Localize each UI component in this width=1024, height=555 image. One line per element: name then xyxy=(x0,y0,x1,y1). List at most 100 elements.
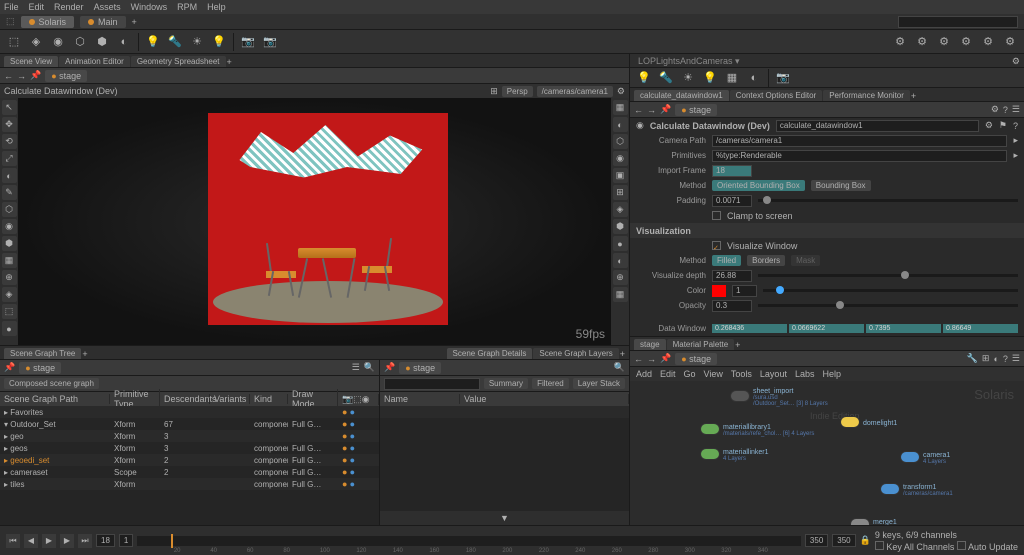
table-row[interactable]: ▸ camerasetScope2componenFull G…● ● xyxy=(0,466,379,478)
color-swatch[interactable] xyxy=(712,285,726,297)
filter-icon[interactable]: ▼ xyxy=(500,513,509,523)
display-icon[interactable]: ● xyxy=(613,236,628,251)
tool-icon[interactable]: 🔧 xyxy=(967,353,978,364)
net-menu-add[interactable]: Add xyxy=(636,369,652,379)
gear-icon[interactable]: ⚙ xyxy=(1012,56,1020,67)
display-icon[interactable]: ⊞ xyxy=(613,185,628,200)
shelf-icon[interactable]: ⬡ xyxy=(70,32,90,52)
timeline-track[interactable]: 2040608010012014016018020022024026028030… xyxy=(137,536,801,546)
breadcrumb[interactable]: ● stage xyxy=(19,362,61,374)
filter-icon[interactable]: ☰ xyxy=(352,362,360,373)
camera-icon[interactable]: 📷 xyxy=(260,32,280,52)
light-icon[interactable]: 🔦 xyxy=(656,68,676,88)
network-node[interactable]: domelight1 xyxy=(840,416,897,428)
network-node[interactable]: transform1/cameras/camera1 xyxy=(880,481,953,497)
menu-windows[interactable]: Windows xyxy=(131,2,168,12)
filter-layerstack[interactable]: Layer Stack xyxy=(573,378,625,389)
breadcrumb[interactable]: ● stage xyxy=(45,70,87,82)
global-search[interactable] xyxy=(898,16,1018,28)
primitives-field[interactable]: %type:Renderable xyxy=(712,150,1007,162)
breadcrumb[interactable]: ● stage xyxy=(675,104,717,116)
pin-icon[interactable]: 📌 xyxy=(30,70,41,81)
shelf-icon[interactable]: ⚙ xyxy=(912,32,932,52)
net-menu-go[interactable]: Go xyxy=(684,369,696,379)
shelf-icon[interactable]: ⬚ xyxy=(4,32,24,52)
col-name[interactable]: Name xyxy=(380,394,460,404)
display-icon[interactable]: ▦ xyxy=(613,287,628,302)
filter-icon[interactable]: 🔍 xyxy=(364,362,375,373)
network-node[interactable]: sheet_import/sura.usd/Outdoor_Set… [3] 8… xyxy=(730,385,828,407)
display-icon[interactable]: ▦ xyxy=(613,100,628,115)
clamp-checkbox[interactable] xyxy=(712,211,721,220)
camera-path-field[interactable]: /cameras/camera1 xyxy=(712,135,1007,147)
menu-file[interactable]: File xyxy=(4,2,19,12)
table-row[interactable]: ▸ geosXform3componenFull G…● ● xyxy=(0,442,379,454)
table-row[interactable]: ▸ geoedi_setXform2componenFull G…● ● xyxy=(0,454,379,466)
playhead[interactable] xyxy=(171,534,173,548)
vis-depth-field[interactable]: 26.88 xyxy=(712,270,752,282)
first-frame-icon[interactable]: ⏮ xyxy=(6,534,20,548)
node-name-field[interactable]: calculate_datawindow1 xyxy=(776,120,979,132)
tree-mode-dropdown[interactable]: Composed scene graph xyxy=(4,378,99,389)
add-tab-icon[interactable]: + xyxy=(82,349,87,359)
end-frame-field[interactable]: 350 xyxy=(805,534,828,547)
pin-icon[interactable]: 📌 xyxy=(4,362,15,373)
tab-context-options[interactable]: Context Options Editor xyxy=(730,90,822,101)
vis-mask[interactable]: Mask xyxy=(791,255,820,266)
add-tab-icon[interactable]: + xyxy=(911,91,916,101)
back-icon[interactable]: ← xyxy=(634,105,643,115)
vis-depth-slider[interactable] xyxy=(758,274,1018,277)
network-canvas[interactable]: Solaris Indie Edition sheet_import/sura.… xyxy=(630,381,1024,525)
light-icon[interactable]: 💡 xyxy=(143,32,163,52)
gear-icon[interactable]: ⚙ xyxy=(991,104,999,115)
tab-scene-graph-details[interactable]: Scene Graph Details xyxy=(447,348,533,359)
layout-icon[interactable]: ⊞ xyxy=(490,86,498,97)
col-path[interactable]: Scene Graph Path xyxy=(0,394,110,404)
help-icon[interactable]: ? xyxy=(1013,121,1018,131)
display-icon[interactable]: ◉ xyxy=(613,151,628,166)
move-tool-icon[interactable]: ✥ xyxy=(2,117,17,132)
net-menu-layout[interactable]: Layout xyxy=(760,369,787,379)
help-icon[interactable]: ? xyxy=(1003,105,1008,115)
table-row[interactable]: ▾ Outdoor_SetXform67componenFull G…● ● xyxy=(0,418,379,430)
menu-icon[interactable]: ☰ xyxy=(1012,104,1020,115)
camera-dropdown[interactable]: /cameras/camera1 xyxy=(537,86,613,97)
lock-icon[interactable]: 🔒 xyxy=(860,535,871,546)
tab-stage[interactable]: stage xyxy=(634,339,666,350)
rotate-tool-icon[interactable]: ⟲ xyxy=(2,134,17,149)
light-icon[interactable]: ▦ xyxy=(722,68,742,88)
vis-borders[interactable]: Borders xyxy=(747,255,785,266)
tool-icon[interactable]: ⊕ xyxy=(2,270,17,285)
display-icon[interactable]: ⊕ xyxy=(613,270,628,285)
dw-x1[interactable]: 0.7395 xyxy=(866,324,941,333)
start-frame-field[interactable]: 1 xyxy=(119,534,133,547)
chooser-icon[interactable]: ▸ xyxy=(1013,150,1018,161)
tab-scene-graph-layers[interactable]: Scene Graph Layers xyxy=(533,348,618,359)
net-menu-labs[interactable]: Labs xyxy=(795,369,815,379)
light-icon[interactable]: 💡 xyxy=(634,68,654,88)
scale-tool-icon[interactable]: ⤢ xyxy=(2,151,17,166)
tab-scene-graph-tree[interactable]: Scene Graph Tree xyxy=(4,348,81,359)
network-node[interactable]: camera14 Layers xyxy=(900,449,950,465)
shelf-icon[interactable]: ⬢ xyxy=(92,32,112,52)
desktop-tab-solaris[interactable]: Solaris xyxy=(21,16,75,28)
search-icon[interactable]: 🔍 xyxy=(614,362,625,373)
camera-icon[interactable]: 📷 xyxy=(773,68,793,88)
desktop-tab-main[interactable]: Main xyxy=(80,16,126,28)
table-row[interactable]: ▸ tilesXformcomponenFull G…● ● xyxy=(0,478,379,490)
menu-rpm[interactable]: RPM xyxy=(177,2,197,12)
col-value[interactable]: Value xyxy=(460,394,629,404)
spotlight-icon[interactable]: 🔦 xyxy=(165,32,185,52)
forward-icon[interactable]: → xyxy=(647,354,656,364)
auto-update-checkbox[interactable] xyxy=(957,541,966,550)
tab-perf-monitor[interactable]: Performance Monitor xyxy=(823,90,910,101)
gear-icon[interactable]: ⚙ xyxy=(617,86,625,97)
tool-icon[interactable]: ⬡ xyxy=(2,202,17,217)
opacity-field[interactable]: 0.3 xyxy=(712,300,752,312)
last-frame-icon[interactable]: ⏭ xyxy=(78,534,92,548)
visualize-checkbox[interactable] xyxy=(712,241,721,250)
menu-assets[interactable]: Assets xyxy=(94,2,121,12)
prev-frame-icon[interactable]: ◀ xyxy=(24,534,38,548)
back-icon[interactable]: ← xyxy=(4,71,13,81)
col-kind[interactable]: Kind xyxy=(250,394,288,404)
